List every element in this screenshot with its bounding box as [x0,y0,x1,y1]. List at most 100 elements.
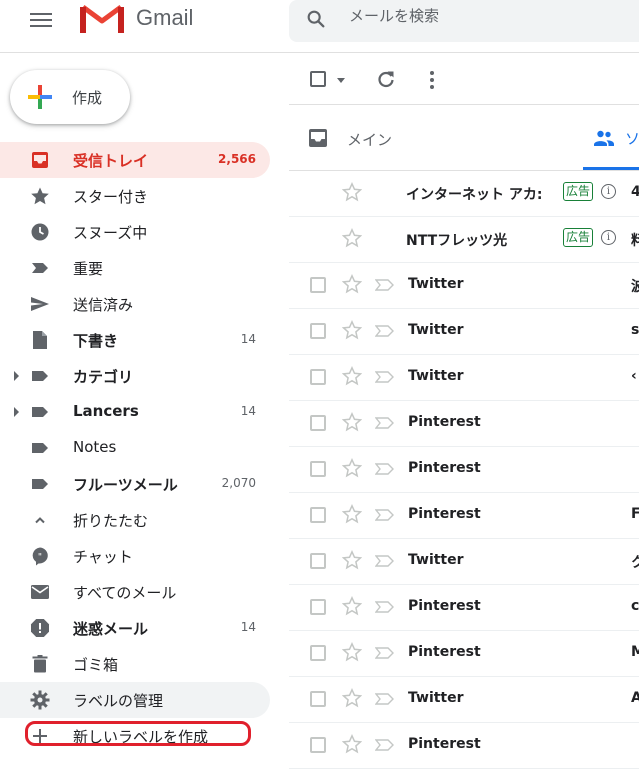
sidebar-item-drafts[interactable]: 下書き 14 [0,322,270,358]
sidebar-item-lancers[interactable]: Lancers 14 [0,394,270,430]
sidebar-item-label: 重要 [73,260,104,278]
importance-marker-icon[interactable] [375,555,395,567]
sidebar-item-label: カテゴリ [73,368,134,386]
tab-primary[interactable]: メイン [289,108,489,170]
star-outline-icon[interactable] [342,274,362,294]
sidebar-item-snoozed[interactable]: スヌーズ中 [0,214,270,250]
sidebar-item-notes[interactable]: Notes [0,430,270,466]
star-outline-icon[interactable] [342,734,362,754]
mail-snippet: ‹ [631,368,637,384]
mail-row[interactable]: Pinterest [289,447,639,493]
row-checkbox[interactable] [310,507,326,523]
star-outline-icon[interactable] [342,366,362,386]
row-checkbox[interactable] [310,645,326,661]
mail-row[interactable]: Twitter 波 [289,263,639,309]
info-icon[interactable]: i [601,184,616,199]
importance-marker-icon[interactable] [375,325,395,337]
star-outline-icon[interactable] [342,688,362,708]
importance-marker-icon[interactable] [375,509,395,521]
refresh-icon[interactable] [376,70,396,90]
star-outline-icon[interactable] [342,320,362,340]
star-outline-icon[interactable] [342,228,362,248]
mail-snippet: 波 [631,279,639,295]
expand-arrow-icon[interactable] [14,371,19,381]
sidebar-item-starred[interactable]: スター付き [0,178,270,214]
importance-marker-icon[interactable] [375,601,395,613]
sidebar-item-label: スヌーズ中 [73,224,148,242]
important-icon [32,263,48,273]
sidebar-item-inbox[interactable]: 受信トレイ 2,566 [0,142,270,178]
star-outline-icon[interactable] [342,458,362,478]
sidebar-item-label: 送信済み [73,296,134,314]
row-checkbox[interactable] [310,461,326,477]
sidebar-item-manage-labels[interactable]: ラベルの管理 [0,682,270,718]
chevron-up-icon [35,517,45,524]
compose-plus-icon [28,85,52,109]
mail-sender: Pinterest [408,414,481,430]
sidebar-item-important[interactable]: 重要 [0,250,270,286]
mail-row[interactable]: Pinterest [289,723,639,769]
row-checkbox[interactable] [310,277,326,293]
importance-marker-icon[interactable] [375,647,395,659]
more-options-icon[interactable] [429,70,435,90]
star-outline-icon[interactable] [342,550,362,570]
mail-row[interactable]: Pinterest [289,401,639,447]
star-outline-icon[interactable] [342,182,362,202]
sidebar-item-collapse[interactable]: 折りたたむ [0,502,270,538]
row-checkbox[interactable] [310,599,326,615]
row-checkbox[interactable] [310,553,326,569]
importance-marker-icon[interactable] [375,417,395,429]
sidebar-item-all-mail[interactable]: すべてのメール [0,574,270,610]
importance-marker-icon[interactable] [375,279,395,291]
gmail-wordmark[interactable]: Gmail [136,5,193,31]
mail-row[interactable]: Twitter ‹ [289,355,639,401]
mail-row[interactable]: Twitter s [289,309,639,355]
importance-marker-icon[interactable] [375,463,395,475]
sidebar-item-label: Lancers [73,402,139,420]
sidebar-item-fruit-mail[interactable]: フルーツメール 2,070 [0,466,270,502]
row-checkbox[interactable] [310,323,326,339]
mail-row[interactable]: Pinterest M [289,631,639,677]
compose-button[interactable]: 作成 [10,70,130,124]
select-dropdown-icon[interactable] [337,78,345,83]
mail-sender: Twitter [408,690,464,706]
star-icon [31,187,49,205]
mail-row[interactable]: Pinterest c [289,585,639,631]
star-outline-icon[interactable] [342,412,362,432]
importance-marker-icon[interactable] [375,693,395,705]
sidebar-item-trash[interactable]: ゴミ箱 [0,646,270,682]
mail-sender: Twitter [408,552,464,568]
mail-row[interactable]: Pinterest F [289,493,639,539]
search-icon[interactable] [305,8,327,30]
search-input[interactable] [347,6,631,26]
select-all-checkbox[interactable] [310,71,326,87]
main-menu-icon[interactable] [30,10,52,28]
sidebar-item-chat[interactable]: " チャット [0,538,270,574]
expand-arrow-icon[interactable] [14,407,19,417]
ad-badge: 広告 [563,182,594,201]
star-outline-icon[interactable] [342,596,362,616]
row-checkbox[interactable] [310,369,326,385]
tab-social[interactable]: ソ [583,108,639,170]
row-checkbox[interactable] [310,691,326,707]
ad-row[interactable]: インターネット アカ: 広告 i 4 [289,171,639,217]
importance-marker-icon[interactable] [375,371,395,383]
sidebar-item-spam[interactable]: 迷惑メール 14 [0,610,270,646]
gmail-logo-icon[interactable] [80,3,124,37]
sidebar-item-categories[interactable]: カテゴリ [0,358,270,394]
sidebar-item-label: 下書き [73,332,119,350]
sidebar-item-sent[interactable]: 送信済み [0,286,270,322]
star-outline-icon[interactable] [342,642,362,662]
info-icon[interactable]: i [601,230,616,245]
importance-marker-icon[interactable] [375,739,395,751]
top-bar: Gmail [0,0,639,53]
mail-snippet: A [631,690,639,706]
mail-row[interactable]: Twitter ク [289,539,639,585]
mail-row[interactable]: Twitter A [289,677,639,723]
row-checkbox[interactable] [310,415,326,431]
ad-row[interactable]: NTTフレッツ光 広告 i 料 [289,217,639,263]
mail-sender: Twitter [408,368,464,384]
star-outline-icon[interactable] [342,504,362,524]
category-tabs: メイン ソ [289,108,639,171]
row-checkbox[interactable] [310,737,326,753]
